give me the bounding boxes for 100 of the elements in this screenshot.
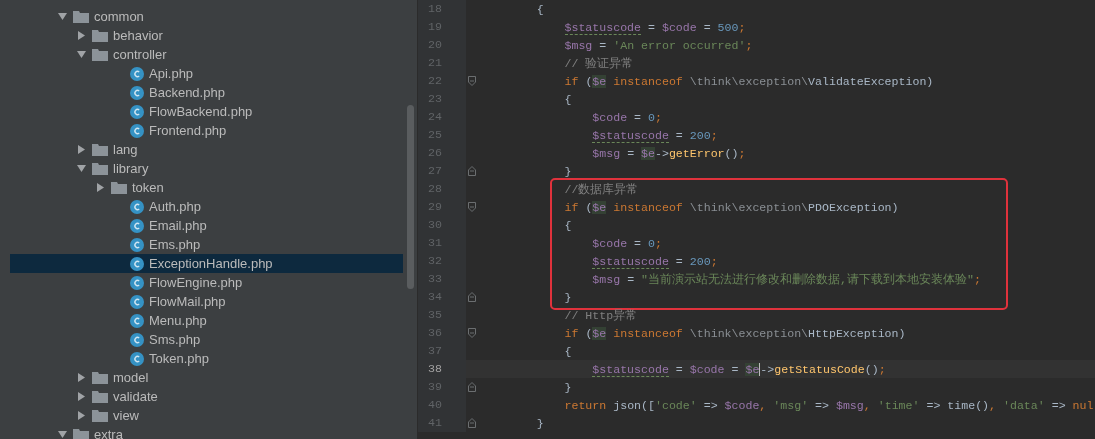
file-row[interactable]: Frontend.php — [10, 121, 403, 140]
file-row[interactable]: Api.php — [10, 64, 403, 83]
expand-arrow-icon[interactable] — [77, 411, 86, 420]
tree-label: lang — [113, 142, 138, 157]
tree-label: controller — [113, 47, 167, 62]
folder-icon — [92, 162, 108, 175]
folder-icon — [92, 48, 108, 61]
collapse-arrow-icon[interactable] — [58, 430, 67, 439]
expand-arrow-icon[interactable] — [77, 392, 86, 401]
file-row[interactable]: Ems.php — [10, 235, 403, 254]
class-file-icon — [130, 275, 144, 290]
folder-row[interactable]: library — [10, 159, 403, 178]
folder-row[interactable]: view — [10, 406, 403, 425]
code-line: // 验证异常 — [563, 55, 634, 71]
tree-label: Menu.php — [149, 313, 207, 328]
file-row[interactable]: FlowEngine.php — [10, 273, 403, 292]
tree-label: ExceptionHandle.php — [149, 256, 273, 271]
class-file-icon — [130, 332, 144, 347]
folder-icon — [92, 371, 108, 384]
expand-arrow-icon[interactable] — [96, 183, 105, 192]
code-line: } — [535, 416, 544, 430]
folder-row[interactable]: controller — [10, 45, 403, 64]
collapse-arrow-icon[interactable] — [77, 50, 86, 59]
tree-label: FlowBackend.php — [149, 104, 253, 119]
tree-label: model — [113, 370, 149, 385]
tree-label: extra — [94, 427, 123, 439]
folder-row[interactable]: extra — [10, 425, 403, 439]
code-line: if ($e instanceof \think\exception\HttpException) — [563, 326, 906, 340]
expand-arrow-icon[interactable] — [77, 145, 86, 154]
tree-label: validate — [113, 389, 158, 404]
expand-arrow-icon[interactable] — [77, 31, 86, 40]
class-file-icon — [130, 104, 144, 119]
code-line: $msg = 'An error occurred'; — [563, 38, 753, 52]
tree-label: Ems.php — [149, 237, 201, 252]
folder-icon — [92, 390, 108, 403]
class-file-icon — [130, 237, 144, 252]
tree-label: behavior — [113, 28, 163, 43]
fold-marker-icon[interactable] — [468, 328, 476, 338]
folder-row[interactable]: validate — [10, 387, 403, 406]
code-line: $statuscode = $code = 500; — [563, 20, 746, 34]
class-file-icon — [130, 66, 144, 81]
collapse-arrow-icon[interactable] — [58, 12, 67, 21]
code-line: // Http异常 — [563, 307, 638, 323]
fold-marker-icon[interactable] — [468, 382, 476, 392]
tree-label: Email.php — [149, 218, 207, 233]
fold-marker-icon[interactable] — [468, 166, 476, 176]
folder-row[interactable]: lang — [10, 140, 403, 159]
folder-row[interactable]: model — [10, 368, 403, 387]
expand-arrow-icon[interactable] — [77, 373, 86, 382]
tree-label: Sms.php — [149, 332, 201, 347]
folder-icon — [111, 181, 127, 194]
file-row[interactable]: Token.php — [10, 349, 403, 368]
tree-label: FlowMail.php — [149, 294, 226, 309]
folder-icon — [92, 143, 108, 156]
class-file-icon — [130, 85, 144, 100]
folder-row[interactable]: behavior — [10, 26, 403, 45]
fold-marker-icon[interactable] — [468, 76, 476, 86]
class-file-icon — [130, 218, 144, 233]
file-row[interactable]: FlowBackend.php — [10, 102, 403, 121]
code-line: $statuscode = 200; — [591, 128, 718, 142]
code-line: if ($e instanceof \think\exception\ValidateException) — [563, 74, 934, 88]
class-file-icon — [130, 351, 144, 366]
tree-label: Backend.php — [149, 85, 225, 100]
code-line: { — [535, 2, 544, 16]
code-line: } — [563, 164, 572, 178]
code-line: //数据库异常 — [563, 181, 639, 197]
file-row[interactable]: ExceptionHandle.php — [10, 254, 403, 273]
tree-label: Api.php — [149, 66, 194, 81]
class-file-icon — [130, 123, 144, 138]
file-row[interactable]: Email.php — [10, 216, 403, 235]
folder-icon — [92, 409, 108, 422]
collapse-arrow-icon[interactable] — [77, 164, 86, 173]
folder-icon — [73, 428, 89, 439]
tree-label: Frontend.php — [149, 123, 227, 138]
tree-label: token — [132, 180, 164, 195]
folder-icon — [92, 29, 108, 42]
class-file-icon — [130, 294, 144, 309]
fold-marker-icon[interactable] — [468, 418, 476, 428]
tree-label: FlowEngine.php — [149, 275, 243, 290]
fold-marker-icon[interactable] — [468, 292, 476, 302]
file-row[interactable]: Backend.php — [10, 83, 403, 102]
class-file-icon — [130, 313, 144, 328]
file-row[interactable]: FlowMail.php — [10, 292, 403, 311]
tree-label: library — [113, 161, 149, 176]
folder-icon — [73, 10, 89, 23]
code-line: { — [563, 92, 572, 106]
fold-marker-icon[interactable] — [468, 202, 476, 212]
scrollbar-thumb[interactable] — [407, 105, 414, 289]
tree-label: Token.php — [149, 351, 209, 366]
tree-label: Auth.php — [149, 199, 202, 214]
code-line: { — [563, 344, 572, 358]
file-row[interactable]: Auth.php — [10, 197, 403, 216]
code-line: $msg = $e->getError(); — [591, 146, 746, 160]
code-line: $statuscode = 200; — [591, 254, 718, 268]
code-line: if ($e instanceof \think\exception\PDOException) — [563, 200, 899, 214]
class-file-icon — [130, 256, 144, 271]
folder-row[interactable]: token — [10, 178, 403, 197]
file-row[interactable]: Sms.php — [10, 330, 403, 349]
file-row[interactable]: Menu.php — [10, 311, 403, 330]
folder-row[interactable]: common — [10, 7, 403, 26]
